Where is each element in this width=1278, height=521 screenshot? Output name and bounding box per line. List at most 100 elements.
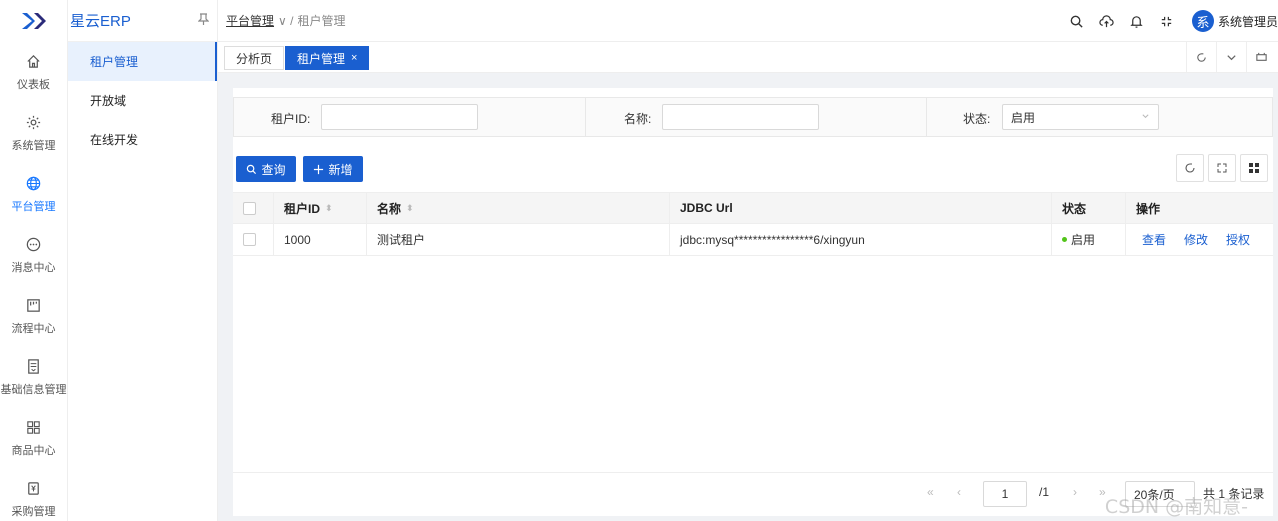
pin-icon[interactable] (197, 13, 210, 28)
home-icon (27, 54, 40, 68)
avatar[interactable]: 系 (1191, 10, 1214, 32)
icon-rail: 仪表板系统管理平台管理消息中心流程中心基础信息管理 商品中心采购管理 (0, 0, 68, 521)
breadcrumb-current: 租户管理 (297, 14, 346, 28)
add-button[interactable]: 新增 (303, 156, 363, 182)
submenu-item[interactable]: 在线开发 (68, 120, 217, 159)
rail-item-label: 商品中心 (11, 445, 56, 457)
tab-analysis[interactable]: 分析页 (224, 46, 285, 70)
bell-icon[interactable] (1122, 14, 1152, 29)
next-page-button[interactable]: › (1073, 485, 1077, 499)
cell-status: 启用 (1052, 224, 1126, 255)
brand: 星云ERP (68, 0, 217, 42)
rail-item-label: 平台管理 (11, 201, 56, 213)
sort-icon[interactable]: ⬍ (406, 203, 414, 214)
sort-icon[interactable]: ⬍ (325, 203, 333, 214)
submenu-item[interactable]: 开放域 (68, 81, 217, 120)
column-header-label: JDBC Url (680, 201, 733, 215)
logo-icon (21, 13, 46, 29)
status-select[interactable]: 启用 (1002, 104, 1159, 130)
submenu-item-label: 在线开发 (90, 133, 139, 147)
rail-item-label: 消息中心 (11, 262, 56, 274)
name-input[interactable] (662, 104, 819, 130)
cloud-upload-icon[interactable] (1092, 14, 1122, 29)
rail-item-purchase[interactable]: 采购管理 (0, 469, 67, 521)
cell-actions: 查看 修改 授权 (1126, 224, 1273, 255)
name-label: 名称: (624, 112, 652, 126)
column-header-actions: 操作 (1126, 193, 1273, 223)
plus-icon (314, 164, 324, 174)
tab-tenant-management[interactable]: 租户管理 × (285, 46, 370, 70)
tab-fullscreen-icon[interactable] (1246, 42, 1276, 73)
table-header: 租户ID ⬍ 名称 ⬍ JDBC Url 状态 操作 (233, 192, 1273, 224)
column-header-label: 名称 (377, 201, 402, 216)
secondary-menu: 星云ERP 租户管理开放域在线开发 (68, 0, 218, 521)
chevron-down-icon (1141, 112, 1150, 124)
rail-item-chat[interactable]: 消息中心 (0, 225, 67, 286)
total-pages: /1 (1039, 485, 1050, 499)
column-header-status: 状态 (1052, 193, 1126, 223)
tenant-id-input[interactable] (321, 104, 478, 130)
tabs-bar: 分析页 租户管理 × (218, 42, 1278, 73)
authorize-link[interactable]: 授权 (1226, 231, 1250, 248)
breadcrumb-separator: ∨ / (278, 13, 294, 28)
page-input[interactable]: 1 (983, 481, 1027, 507)
column-settings-icon[interactable] (1240, 154, 1268, 182)
column-header-label: 状态 (1062, 201, 1087, 216)
first-page-button[interactable]: « (927, 485, 934, 499)
column-header-id[interactable]: 租户ID ⬍ (274, 193, 367, 223)
status-dot (1062, 237, 1067, 242)
edit-link[interactable]: 修改 (1184, 231, 1208, 248)
expand-icon[interactable] (1208, 154, 1236, 182)
breadcrumb: 平台管理 ∨ / 租户管理 (226, 12, 345, 29)
prev-page-button[interactable]: ‹ (957, 485, 961, 499)
submenu-item[interactable]: 租户管理 (68, 42, 217, 81)
column-header-name[interactable]: 名称 ⬍ (367, 193, 670, 223)
chevron-down-icon[interactable] (1216, 42, 1246, 73)
gear-icon (26, 115, 41, 130)
globe-icon (26, 176, 41, 191)
tenant-id-label: 租户ID: (271, 112, 311, 126)
column-header-jdbc: JDBC Url (670, 193, 1052, 223)
divider (585, 98, 586, 136)
cell-jdbc: jdbc:mysq*****************6/xingyun (670, 224, 1052, 255)
search-icon[interactable] (1062, 14, 1092, 29)
query-button[interactable]: 查询 (236, 156, 296, 182)
column-header-label: 操作 (1136, 201, 1161, 216)
select-all-checkbox[interactable] (243, 201, 256, 215)
view-link[interactable]: 查看 (1142, 231, 1166, 248)
cell-name: 测试租户 (367, 224, 670, 255)
rail-item-flow[interactable]: 流程中心 (0, 286, 67, 347)
column-header-label: 租户ID (284, 201, 321, 216)
close-icon[interactable]: × (351, 52, 357, 64)
rail-item-label: 系统管理 (11, 140, 56, 152)
rail-item-label: 基础信息管理 (0, 384, 67, 396)
rail-item-document[interactable]: 基础信息管理 (0, 347, 67, 408)
reload-icon[interactable] (1176, 154, 1204, 182)
query-button-label: 查询 (261, 162, 286, 177)
fullscreen-icon[interactable] (1152, 14, 1182, 29)
header-select-cell (233, 193, 274, 223)
purchase-icon (28, 482, 39, 495)
rail-item-home[interactable]: 仪表板 (0, 42, 67, 103)
status-label: 状态: (963, 112, 991, 126)
chat-icon (26, 237, 41, 252)
document-icon (28, 359, 39, 374)
grid-icon (27, 421, 40, 434)
rail-item-globe[interactable]: 平台管理 (0, 164, 67, 225)
app-logo[interactable] (0, 0, 67, 42)
top-header: 平台管理 ∨ / 租户管理 系 系统管理员 (218, 0, 1278, 42)
watermark: CSDN @南知意- (1104, 496, 1248, 518)
status-text: 启用 (1071, 233, 1096, 247)
divider (926, 98, 927, 136)
breadcrumb-root[interactable]: 平台管理 (226, 12, 274, 29)
rail-item-gear[interactable]: 系统管理 (0, 103, 67, 164)
refresh-tab-icon[interactable] (1186, 42, 1216, 73)
submenu-item-label: 开放域 (90, 94, 127, 108)
status-select-value: 启用 (1011, 110, 1036, 125)
rail-item-grid[interactable]: 商品中心 (0, 408, 67, 469)
tenant-table: 租户ID ⬍ 名称 ⬍ JDBC Url 状态 操作 1000 测试租户 jdb… (233, 192, 1273, 256)
rail-item-label: 流程中心 (11, 323, 56, 335)
row-checkbox[interactable] (243, 233, 256, 246)
username[interactable]: 系统管理员 (1218, 13, 1278, 30)
filter-bar: 租户ID: 名称: 状态: 启用 (233, 97, 1273, 137)
